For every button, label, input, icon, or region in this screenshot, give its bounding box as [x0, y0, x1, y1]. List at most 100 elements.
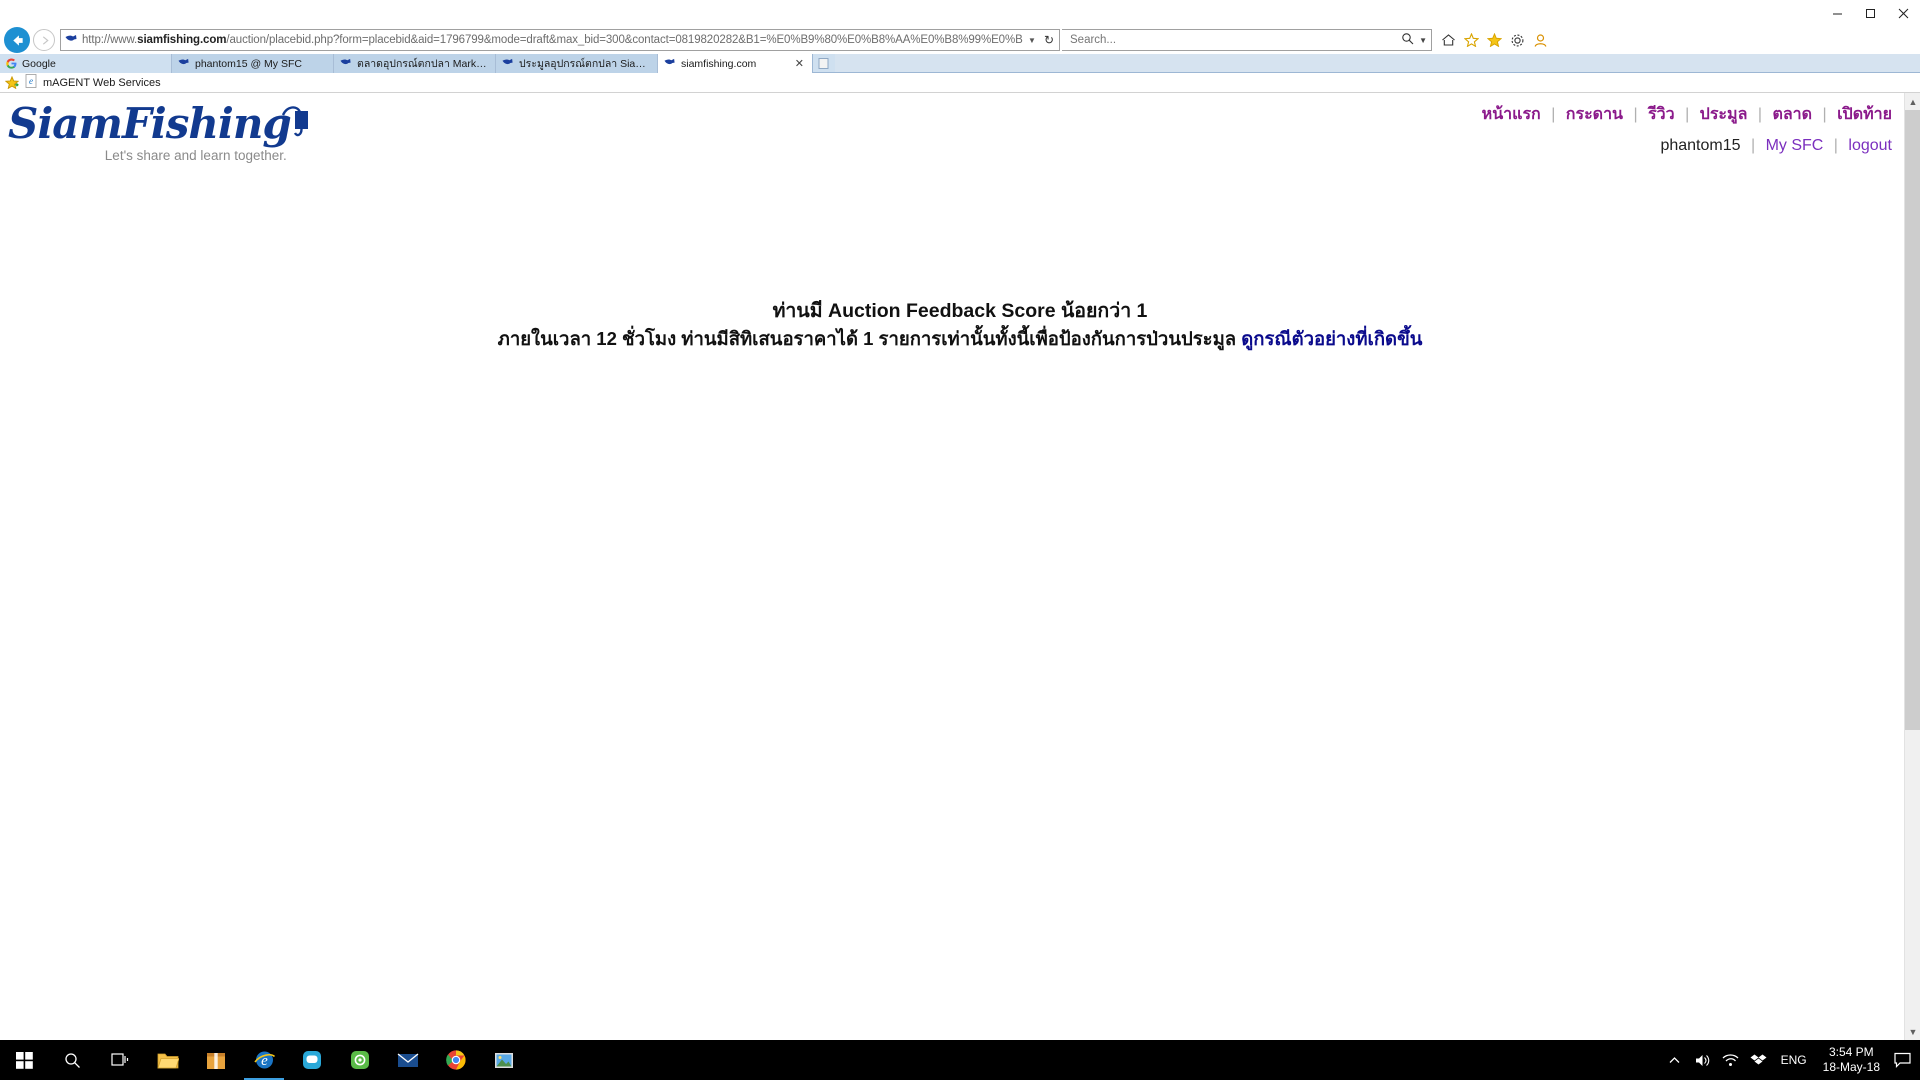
site-logo-tagline: Let's share and learn together.: [104, 148, 287, 163]
nav-separator: |: [1822, 106, 1827, 123]
back-arrow-icon[interactable]: [4, 27, 30, 53]
siamfishing-icon: [664, 58, 676, 69]
search-input[interactable]: Search...: [1070, 34, 1401, 46]
forward-arrow-icon[interactable]: [33, 29, 55, 51]
nav-separator: |: [1833, 137, 1838, 154]
tab-auction-siamfishing[interactable]: ประมูลอุปกรณ์ตกปลา SiamFishin...: [496, 54, 658, 73]
add-favorite-icon[interactable]: [1486, 32, 1502, 48]
taskbar-left: e: [0, 1040, 528, 1080]
minimize-button[interactable]: [1821, 0, 1854, 26]
tab-label: Google: [22, 57, 56, 70]
auction-warning-message: ท่านมี Auction Feedback Score น้อยกว่า 1…: [0, 297, 1920, 353]
scroll-down-arrow-icon[interactable]: ▼: [1905, 1023, 1920, 1040]
nav-item-home[interactable]: หน้าแรก: [1482, 106, 1541, 123]
browser-window: http://www.siamfishing.com/auction/place…: [0, 0, 1920, 1040]
nav-item-tailgate[interactable]: เปิดท้าย: [1837, 106, 1892, 123]
windows-taskbar: e ENG 3:54 PM 18-May-18: [0, 1040, 1920, 1080]
file-explorer-icon[interactable]: [144, 1040, 192, 1080]
account-username: phantom15: [1660, 137, 1741, 154]
nav-separator: |: [1685, 106, 1690, 123]
ie-page-icon: e: [25, 74, 38, 91]
maximize-button[interactable]: [1854, 0, 1887, 26]
internet-explorer-icon[interactable]: e: [240, 1040, 288, 1080]
store-icon[interactable]: [192, 1040, 240, 1080]
chrome-icon[interactable]: [432, 1040, 480, 1080]
warning-line-2-text: ภายในเวลา 12 ชั่วโมง ท่านมีสิทิเสนอราคาไ…: [497, 328, 1237, 349]
photos-icon[interactable]: [480, 1040, 528, 1080]
favorites-star-icon[interactable]: [1463, 32, 1479, 48]
siamfishing-icon: [502, 58, 514, 69]
wifi-icon[interactable]: [1717, 1040, 1745, 1080]
windows-start-icon[interactable]: [0, 1040, 48, 1080]
tab-label: phantom15 @ My SFC: [195, 57, 302, 70]
user-account-icon[interactable]: [1532, 32, 1548, 48]
gear-icon[interactable]: [1509, 32, 1525, 48]
site-top-navigation: หน้าแรก | กระดาน | รีวิว | ประมูล | ตลาด…: [1482, 107, 1892, 154]
site-logo-text: SiamFishing: [8, 99, 292, 148]
tab-label: ตลาดอุปกรณ์ตกปลา Market for Fi...: [357, 58, 487, 70]
google-icon: [6, 58, 17, 69]
line-icon[interactable]: [288, 1040, 336, 1080]
tab-strip: Google phantom15 @ My SFC ตลาดอุปกรณ์ตกป…: [0, 54, 1920, 73]
siamfishing-icon: [178, 58, 190, 69]
tab-label: ประมูลอุปกรณ์ตกปลา SiamFishin...: [519, 58, 649, 70]
home-icon[interactable]: [1440, 32, 1456, 48]
clock-date: 18-May-18: [1822, 1060, 1880, 1074]
search-icon[interactable]: [1401, 32, 1414, 48]
tab-market-for-fishing[interactable]: ตลาดอุปกรณ์ตกปลา Market for Fi...: [334, 54, 496, 73]
warning-line-1: ท่านมี Auction Feedback Score น้อยกว่า 1: [772, 300, 1148, 322]
scroll-up-arrow-icon[interactable]: ▲: [1905, 93, 1920, 110]
nav-separator: |: [1551, 106, 1556, 123]
close-button[interactable]: [1887, 0, 1920, 26]
scrollbar-thumb[interactable]: [1905, 110, 1920, 730]
clock[interactable]: 3:54 PM 18-May-18: [1815, 1045, 1888, 1075]
camera365-icon[interactable]: [336, 1040, 384, 1080]
nav-item-auction[interactable]: ประมูล: [1700, 106, 1748, 123]
new-tab-button[interactable]: [813, 54, 835, 72]
example-case-link[interactable]: ดูกรณีตัวอย่างที่เกิดขึ้น: [1241, 328, 1422, 349]
mail-icon[interactable]: [384, 1040, 432, 1080]
system-tray: ENG 3:54 PM 18-May-18: [1661, 1040, 1920, 1080]
nav-item-review[interactable]: รีวิว: [1648, 106, 1675, 123]
search-icon[interactable]: [48, 1040, 96, 1080]
nav-item-board[interactable]: กระดาน: [1566, 106, 1623, 123]
tab-phantom15-my-sfc[interactable]: phantom15 @ My SFC: [172, 54, 334, 73]
clock-time: 3:54 PM: [1828, 1045, 1874, 1059]
siamfishing-icon: [65, 34, 78, 46]
refresh-icon[interactable]: ↻: [1041, 33, 1057, 47]
close-tab-icon[interactable]: ✕: [795, 57, 804, 70]
nav-item-market[interactable]: ตลาด: [1772, 106, 1812, 123]
nav-separator: |: [1750, 137, 1756, 154]
svg-text:e: e: [29, 76, 33, 86]
title-bar: [0, 0, 1920, 26]
browser-toolbar-icons: [1440, 32, 1548, 48]
nav-separator: |: [1757, 106, 1762, 123]
warning-line-2: ภายในเวลา 12 ชั่วโมง ท่านมีสิทิเสนอราคาไ…: [0, 325, 1920, 353]
site-logo[interactable]: SiamFishing Let's share and learn togeth…: [8, 99, 308, 163]
dropbox-icon[interactable]: [1745, 1040, 1773, 1080]
primary-nav: หน้าแรก | กระดาน | รีวิว | ประมูล | ตลาด…: [1482, 107, 1892, 123]
favorite-magent-web-services[interactable]: e mAGENT Web Services: [25, 74, 161, 91]
search-chevron-down-icon[interactable]: ▼: [1419, 36, 1427, 45]
siamfishing-icon: [340, 58, 352, 69]
my-sfc-link[interactable]: My SFC: [1766, 137, 1824, 154]
tab-siamfishing-com[interactable]: siamfishing.com ✕: [658, 54, 813, 73]
window-controls: [1821, 0, 1920, 26]
search-box[interactable]: Search... ▼: [1062, 29, 1432, 51]
language-indicator[interactable]: ENG: [1773, 1053, 1815, 1067]
volume-icon[interactable]: [1689, 1040, 1717, 1080]
tab-google[interactable]: Google: [0, 54, 172, 73]
favorite-label: mAGENT Web Services: [43, 76, 161, 89]
favorites-star-icon[interactable]: [5, 76, 19, 89]
logout-link[interactable]: logout: [1848, 137, 1892, 154]
address-bar-row: http://www.siamfishing.com/auction/place…: [0, 26, 1920, 54]
tab-label: siamfishing.com: [681, 57, 757, 70]
notification-icon[interactable]: [1888, 1040, 1916, 1080]
address-bar[interactable]: http://www.siamfishing.com/auction/place…: [60, 29, 1060, 51]
chevron-down-icon[interactable]: ▼: [1023, 36, 1041, 45]
page-content: SiamFishing Let's share and learn togeth…: [0, 93, 1920, 1040]
tray-overflow-icon[interactable]: [1661, 1040, 1689, 1080]
address-bar-url: http://www.siamfishing.com/auction/place…: [82, 34, 1023, 46]
task-view-icon[interactable]: [96, 1040, 144, 1080]
page-scrollbar[interactable]: ▲ ▼: [1904, 93, 1920, 1040]
